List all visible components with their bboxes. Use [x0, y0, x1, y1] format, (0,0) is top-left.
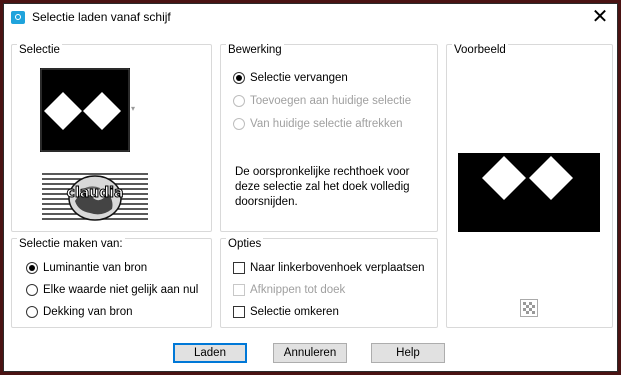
checkbox-linkerbovenhoek[interactable]: Naar linkerbovenhoek verplaatsen: [233, 262, 425, 274]
selection-dropdown[interactable]: ▾: [40, 68, 138, 156]
radio-dekking[interactable]: Dekking van bron: [26, 306, 133, 318]
selectie-group: Selectie ▾ claudia: [11, 44, 212, 232]
radio-elke-waarde[interactable]: Elke waarde niet gelijk aan nul: [26, 284, 198, 296]
checkbox[interactable]: [233, 284, 245, 296]
load-button[interactable]: Laden: [173, 343, 247, 363]
checkbox-label: Naar linkerbovenhoek verplaatsen: [250, 262, 425, 274]
preview-canvas: [458, 153, 600, 232]
radio-button[interactable]: [26, 284, 38, 296]
radio-button[interactable]: [26, 262, 38, 274]
checkerboard-icon[interactable]: [520, 299, 538, 317]
title-bar: Selectie laden vanaf schijf ✕: [4, 4, 617, 32]
bewerking-group-title: Bewerking: [226, 44, 284, 56]
selectie-group-title: Selectie: [17, 44, 62, 56]
checkbox-omkeren[interactable]: Selectie omkeren: [233, 306, 339, 318]
radio-luminantie[interactable]: Luminantie van bron: [26, 262, 147, 274]
opties-group: Opties Naar linkerbovenhoek verplaatsen …: [220, 238, 438, 328]
selection-preview-image: [40, 68, 130, 152]
voorbeeld-group-title: Voorbeeld: [452, 44, 508, 56]
radio-aftrekken[interactable]: Van huidige selectie aftrekken: [233, 118, 403, 130]
selectie-maken-group: Selectie maken van: Luminantie van bron …: [11, 238, 212, 328]
radio-label: Selectie vervangen: [250, 72, 348, 84]
bewerking-note: De oorspronkelijke rechthoek voor deze s…: [235, 166, 410, 208]
radio-button[interactable]: [233, 95, 245, 107]
radio-label: Elke waarde niet gelijk aan nul: [43, 284, 199, 296]
radio-label: Van huidige selectie aftrekken: [250, 118, 403, 130]
radio-button[interactable]: [233, 72, 245, 84]
selectie-maken-group-title: Selectie maken van:: [17, 238, 125, 250]
help-button[interactable]: Help: [371, 343, 445, 363]
radio-selectie-vervangen[interactable]: Selectie vervangen: [233, 72, 348, 84]
chevron-down-icon: ▾: [131, 104, 136, 113]
radio-label: Toevoegen aan huidige selectie: [250, 95, 412, 107]
bewerking-group: Bewerking Selectie vervangen Toevoegen a…: [220, 44, 438, 232]
opties-group-title: Opties: [226, 238, 264, 250]
radio-label: Dekking van bron: [43, 306, 133, 318]
checkbox-afknippen[interactable]: Afknippen tot doek: [233, 284, 345, 296]
checkbox-label: Selectie omkeren: [250, 306, 339, 318]
radio-toevoegen[interactable]: Toevoegen aan huidige selectie: [233, 95, 411, 107]
radio-button[interactable]: [233, 118, 245, 130]
close-icon: ✕: [591, 6, 609, 28]
author-logo-text: claudia: [66, 185, 124, 202]
checkbox-label: Afknippen tot doek: [250, 284, 346, 296]
dialog-window: Selectie laden vanaf schijf ✕ Selectie ▾: [3, 3, 618, 372]
checkbox[interactable]: [233, 306, 245, 318]
radio-button[interactable]: [26, 306, 38, 318]
close-button[interactable]: ✕: [583, 4, 617, 32]
app-icon: [11, 11, 25, 24]
cancel-button[interactable]: Annuleren: [273, 343, 347, 363]
checkbox[interactable]: [233, 262, 245, 274]
author-logo: claudia: [42, 171, 148, 223]
window-title: Selectie laden vanaf schijf: [32, 10, 171, 24]
radio-label: Luminantie van bron: [43, 262, 148, 274]
voorbeeld-group: Voorbeeld: [446, 44, 613, 328]
